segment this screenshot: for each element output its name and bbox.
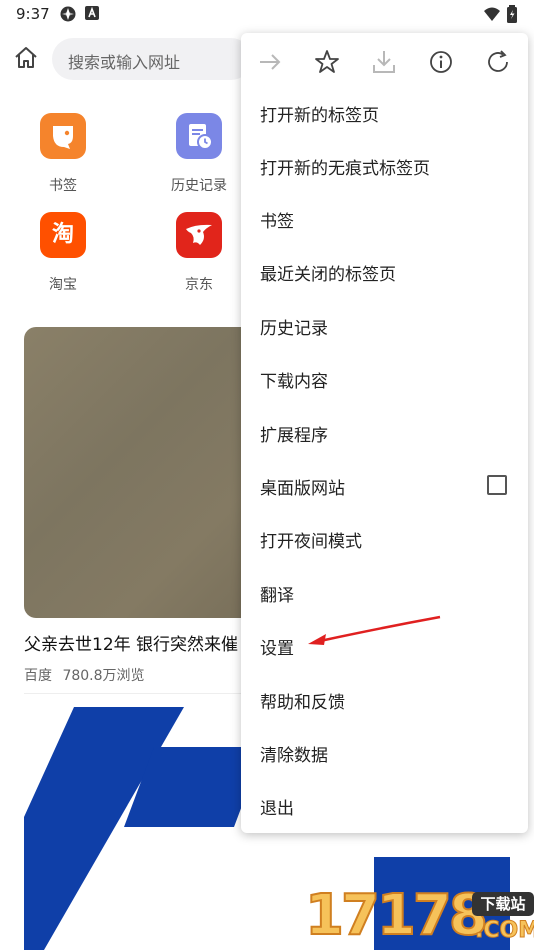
menu-item-label: 打开夜间模式 <box>260 532 362 552</box>
feed-source: 百度 <box>24 668 52 684</box>
menu-item-recent-tabs[interactable]: 最近关闭的标签页 <box>241 246 528 299</box>
download-page-button[interactable] <box>369 47 399 77</box>
shortcut-history[interactable]: 历史记录 <box>149 113 249 203</box>
menu-item-label: 设置 <box>260 639 294 659</box>
desktop-site-checkbox[interactable] <box>487 475 507 495</box>
menu-item-desktop-site[interactable]: 桌面版网站 <box>241 460 528 513</box>
watermark-number: 17178 <box>304 883 489 948</box>
feed-title[interactable]: 父亲去世12年 银行突然来催 <box>24 630 254 655</box>
watermark-badge: 下载站 <box>472 892 534 916</box>
bookmark-star-button[interactable] <box>312 47 342 77</box>
menu-item-bookmarks[interactable]: 书签 <box>241 193 528 246</box>
battery-icon <box>506 5 524 23</box>
menu-item-label: 打开新的标签页 <box>260 106 379 126</box>
menu-item-label: 最近关闭的标签页 <box>260 265 396 285</box>
watermark-domain: .COM <box>474 918 534 944</box>
shortcut-bookmarks[interactable]: 书签 <box>13 113 113 203</box>
forward-button[interactable] <box>255 47 285 77</box>
jd-icon <box>176 212 222 258</box>
shortcut-jd[interactable]: 京东 <box>149 212 249 302</box>
home-icon <box>15 47 37 68</box>
shortcut-label: 书签 <box>49 178 77 194</box>
menu-toolbar <box>241 33 528 89</box>
menu-item-history[interactable]: 历史记录 <box>241 300 528 353</box>
history-icon <box>176 113 222 159</box>
taobao-icon: 淘 <box>40 212 86 258</box>
page-info-button[interactable] <box>426 47 456 77</box>
menu-item-new-tab[interactable]: 打开新的标签页 <box>241 87 528 140</box>
download-icon <box>373 51 395 73</box>
menu-item-label: 桌面版网站 <box>260 479 345 499</box>
shortcut-label: 京东 <box>185 277 213 293</box>
menu-item-clear-data[interactable]: 清除数据 <box>241 727 528 780</box>
forward-icon <box>260 54 281 70</box>
home-button[interactable] <box>12 44 42 74</box>
menu-item-label: 扩展程序 <box>260 426 328 446</box>
menu-item-label: 退出 <box>260 799 294 819</box>
menu-item-new-incognito-tab[interactable]: 打开新的无痕式标签页 <box>241 140 528 193</box>
menu-item-label: 翻译 <box>260 586 294 606</box>
menu-item-help-feedback[interactable]: 帮助和反馈 <box>241 674 528 727</box>
menu-item-extensions[interactable]: 扩展程序 <box>241 407 528 460</box>
feed-views: 780.8万浏览 <box>62 668 145 684</box>
sync-icon <box>59 5 77 23</box>
info-icon <box>430 51 452 73</box>
star-icon <box>315 50 339 73</box>
status-bar: 9:37 <box>0 0 534 28</box>
refresh-button[interactable] <box>483 47 513 77</box>
shortcut-label: 淘宝 <box>49 277 77 293</box>
shortcut-taobao[interactable]: 淘 淘宝 <box>13 212 113 302</box>
overflow-menu: 打开新的标签页 打开新的无痕式标签页 书签 最近关闭的标签页 历史记录 下载内容… <box>241 33 528 833</box>
annotation-arrow <box>308 615 441 645</box>
menu-item-downloads[interactable]: 下载内容 <box>241 353 528 406</box>
menu-item-label: 历史记录 <box>260 319 328 339</box>
menu-item-label: 下载内容 <box>260 372 328 392</box>
status-time: 9:37 <box>16 5 50 23</box>
bookmark-icon <box>40 113 86 159</box>
refresh-icon <box>488 50 508 72</box>
search-input[interactable]: 搜索或输入网址 <box>52 38 252 80</box>
shortcut-label: 历史记录 <box>171 178 227 194</box>
menu-item-label: 书签 <box>260 212 294 232</box>
menu-item-label: 清除数据 <box>260 746 328 766</box>
menu-item-exit[interactable]: 退出 <box>241 780 528 833</box>
watermark-logo: 17178 下载站 .COM <box>304 880 534 950</box>
search-placeholder: 搜索或输入网址 <box>68 53 181 72</box>
wifi-icon <box>483 5 501 23</box>
notification-icon <box>84 5 102 23</box>
menu-item-label: 打开新的无痕式标签页 <box>260 159 430 179</box>
menu-item-label: 帮助和反馈 <box>260 693 345 713</box>
menu-item-night-mode[interactable]: 打开夜间模式 <box>241 513 528 566</box>
feed-meta: 百度 780.8万浏览 <box>24 665 145 685</box>
